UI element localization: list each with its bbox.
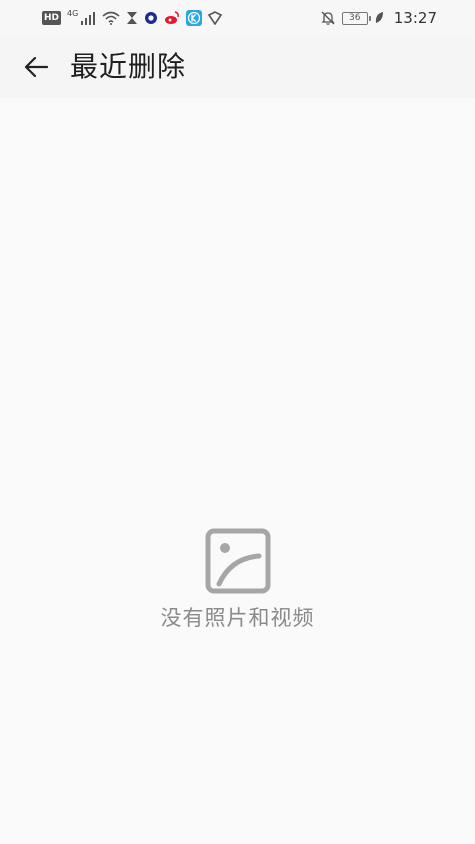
leaf-icon (374, 11, 384, 25)
arrow-left-icon (24, 56, 49, 78)
network-type-label: 4G (67, 9, 79, 18)
hd-badge: HD (42, 11, 62, 25)
empty-state-message: 没有照片和视频 (160, 606, 315, 630)
shield-icon (208, 11, 223, 25)
status-left-icons: HD 4G (42, 9, 223, 27)
app-bar: 最近删除 (0, 36, 475, 98)
wifi-icon (102, 11, 120, 25)
hourglass-icon (126, 11, 138, 25)
empty-state: 没有照片和视频 (0, 528, 475, 632)
battery-level: 36 (349, 13, 361, 23)
back-button[interactable] (22, 53, 50, 81)
battery-indicator: 36 (341, 11, 371, 25)
image-placeholder-icon (205, 528, 271, 594)
status-bar: HD 4G 36 13:27 (0, 0, 475, 36)
app-notification-icon (144, 11, 158, 25)
bell-muted-icon (320, 10, 336, 26)
weibo-icon (164, 11, 180, 25)
kugou-icon (186, 10, 203, 26)
signal-icon (80, 11, 96, 25)
clock: 13:27 (393, 9, 437, 27)
status-right-icons: 36 13:27 (320, 9, 437, 27)
page-title: 最近删除 (70, 50, 187, 83)
